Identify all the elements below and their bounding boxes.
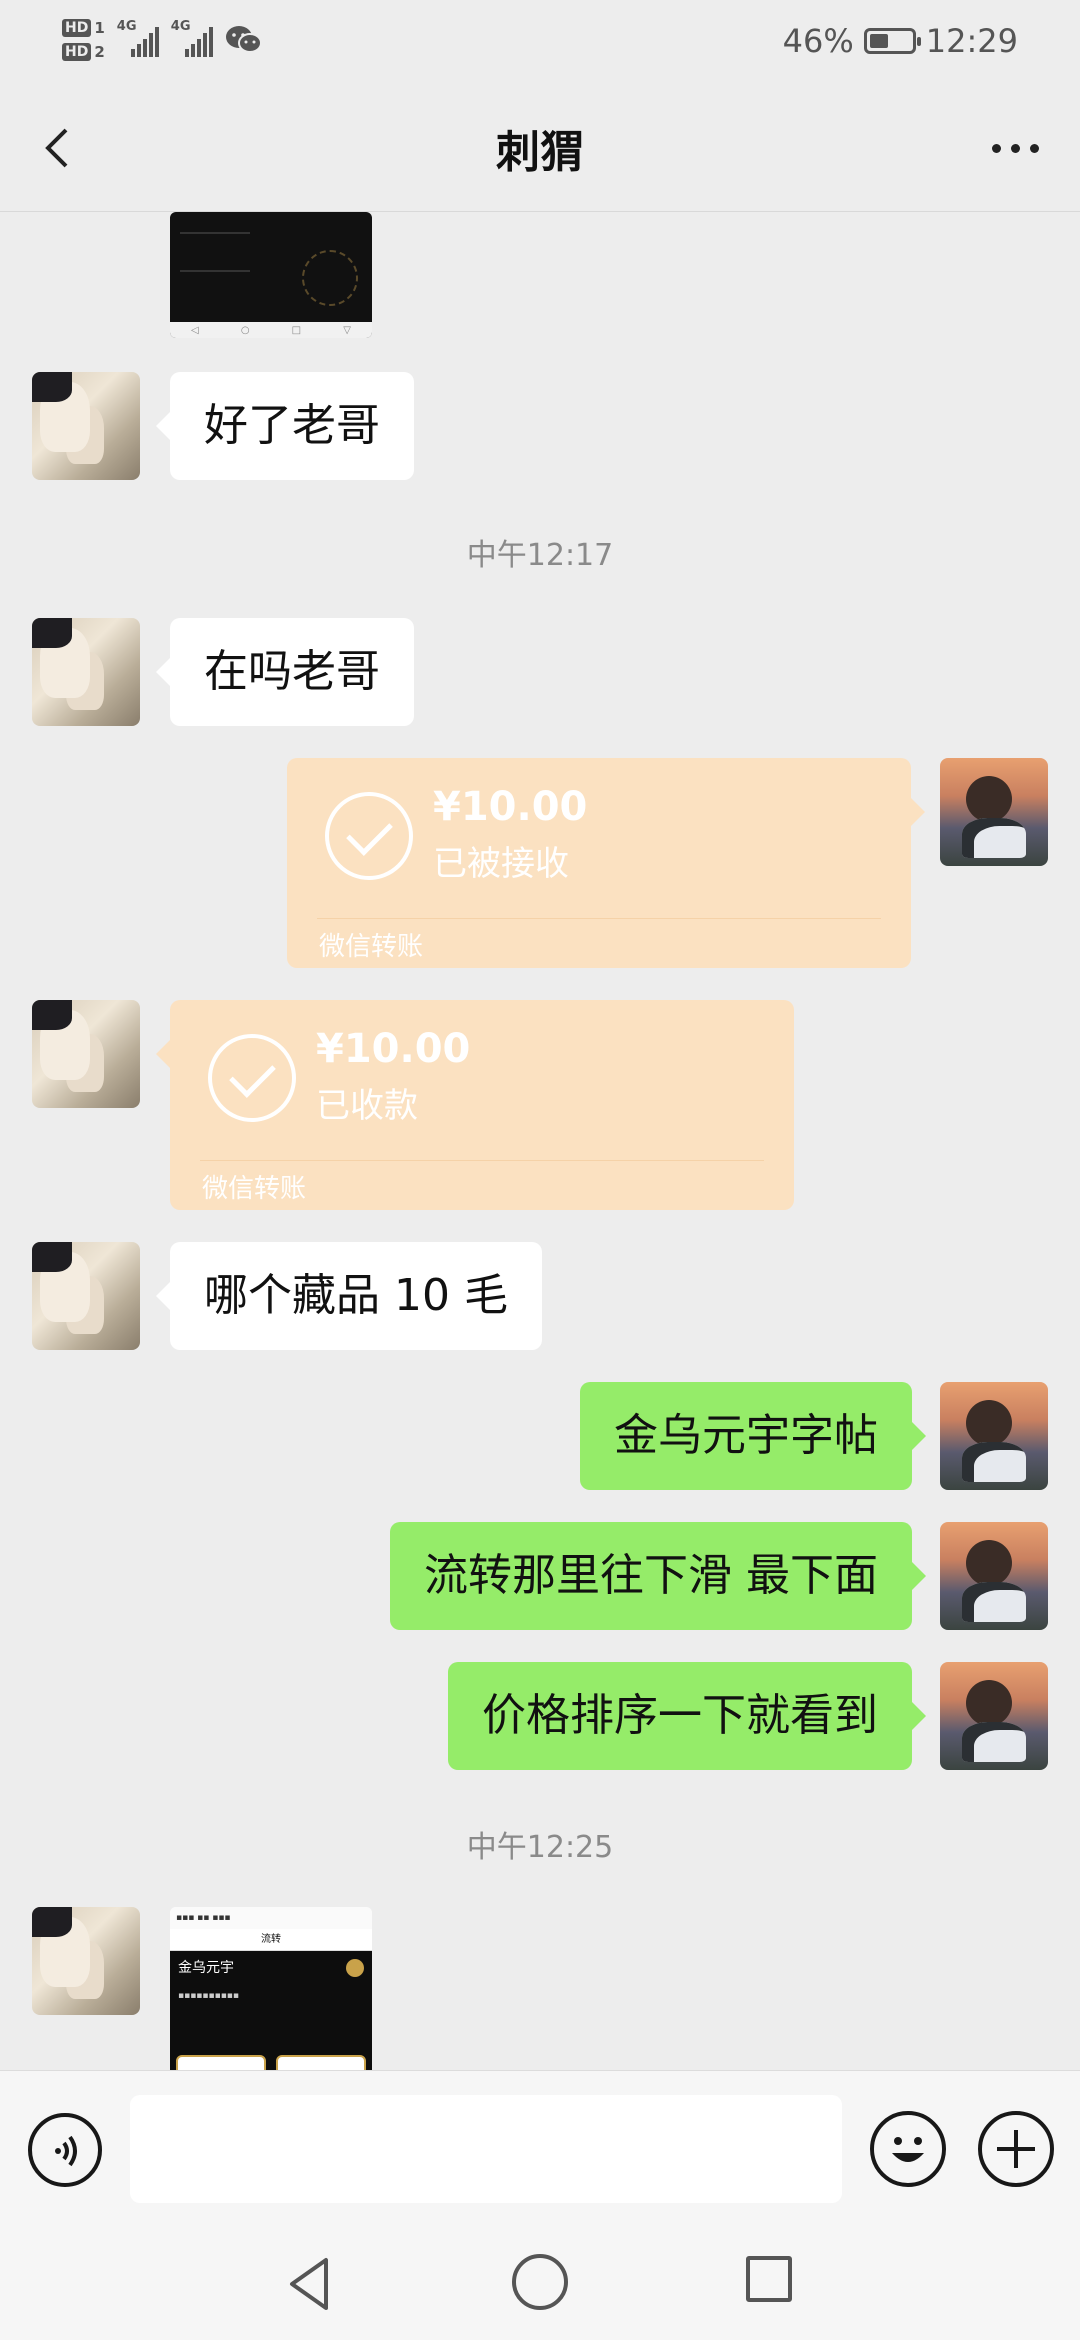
plus-icon[interactable] bbox=[978, 2111, 1054, 2187]
contact-avatar[interactable] bbox=[32, 372, 140, 480]
hd2-indicator: HD 2 bbox=[62, 42, 105, 62]
message-bubble-in[interactable]: 好了老哥 bbox=[156, 372, 414, 480]
clock: 12:29 bbox=[925, 22, 1018, 60]
status-right: 46% 12:29 bbox=[783, 16, 1018, 66]
more-dots-icon[interactable] bbox=[980, 118, 1050, 178]
timestamp: 中午12:17 bbox=[466, 538, 614, 573]
transfer-footer: 微信转账 bbox=[319, 932, 424, 962]
my-avatar[interactable] bbox=[940, 1662, 1048, 1770]
transfer-amount: ¥10.00 bbox=[433, 784, 588, 830]
transfer-card-out[interactable]: ¥10.00 已被接收 微信转账 bbox=[287, 758, 925, 968]
my-avatar[interactable] bbox=[940, 758, 1048, 866]
signal-icon-2: 4G bbox=[171, 19, 213, 57]
image-message-thumbnail[interactable]: ◁ ○ □ ▽ bbox=[170, 212, 372, 338]
timestamp: 中午12:25 bbox=[466, 1830, 614, 1865]
status-left: HD 1 HD 2 4G 4G bbox=[62, 10, 263, 70]
thumbnail-title: 金乌元宇 bbox=[178, 1960, 234, 1976]
contact-avatar[interactable] bbox=[32, 1000, 140, 1108]
home-circle-icon[interactable] bbox=[512, 2254, 568, 2310]
contact-avatar[interactable] bbox=[32, 618, 140, 726]
image-message-thumbnail[interactable]: ▪▪▪ ▪▪ ▪▪▪ 流转 金乌元宇 ▪▪▪▪▪▪▪▪▪▪ bbox=[170, 1907, 372, 2070]
battery-icon bbox=[863, 28, 921, 54]
message-bubble-out[interactable]: 价格排序一下就看到 bbox=[448, 1662, 926, 1770]
network-type-1: 4G bbox=[116, 19, 137, 34]
message-bubble-out[interactable]: 金乌元宇字帖 bbox=[580, 1382, 926, 1490]
transfer-status: 已收款 bbox=[316, 1086, 418, 1126]
transfer-footer: 微信转账 bbox=[202, 1174, 307, 1204]
hd2-num: 2 bbox=[94, 43, 105, 61]
battery-percent: 46% bbox=[782, 22, 854, 60]
status-bar: HD 1 HD 2 4G 4G 46% 12:29 bbox=[0, 0, 1080, 84]
transfer-amount: ¥10.00 bbox=[316, 1026, 471, 1072]
transfer-status: 已被接收 bbox=[433, 844, 569, 884]
hd1-num: 1 bbox=[94, 19, 105, 37]
my-avatar[interactable] bbox=[940, 1382, 1048, 1490]
my-avatar[interactable] bbox=[940, 1522, 1048, 1630]
thumbnail-header: 流转 bbox=[170, 1929, 372, 1951]
chat-header: 刺猬 bbox=[0, 84, 1080, 212]
chat-messages[interactable]: ◁ ○ □ ▽ 好了老哥 中午12:17 在吗老哥 ¥10.00 已被接收 微信转账 … bbox=[0, 212, 1080, 2070]
emoji-icon[interactable] bbox=[870, 2111, 946, 2187]
check-circle-icon bbox=[325, 792, 413, 880]
message-bubble-in[interactable]: 在吗老哥 bbox=[156, 618, 414, 726]
voice-icon[interactable] bbox=[28, 2113, 102, 2187]
hd-indicators: HD 1 HD 2 bbox=[62, 18, 105, 62]
input-bar bbox=[0, 2070, 1080, 2228]
hd1-indicator: HD 1 bbox=[62, 18, 105, 38]
wechat-icon bbox=[225, 26, 262, 53]
network-type-2: 4G bbox=[170, 19, 191, 34]
recent-square-icon[interactable] bbox=[746, 2256, 792, 2302]
contact-avatar[interactable] bbox=[32, 1907, 140, 2015]
message-input[interactable] bbox=[130, 2095, 842, 2203]
signal-icon: 4G bbox=[117, 19, 159, 57]
system-nav-bar bbox=[0, 2228, 1080, 2340]
message-bubble-in[interactable]: 哪个藏品 10 毛 bbox=[156, 1242, 542, 1350]
check-circle-icon bbox=[208, 1034, 296, 1122]
logo-icon bbox=[346, 1959, 364, 1977]
contact-avatar[interactable] bbox=[32, 1242, 140, 1350]
hd1-label: HD bbox=[62, 19, 92, 37]
hd2-label: HD bbox=[62, 43, 92, 61]
chat-title: 刺猬 bbox=[496, 127, 584, 178]
message-bubble-out[interactable]: 流转那里往下滑 最下面 bbox=[390, 1522, 926, 1630]
back-triangle-icon[interactable] bbox=[282, 2254, 342, 2314]
transfer-card-in[interactable]: ¥10.00 已收款 微信转账 bbox=[156, 1000, 794, 1210]
